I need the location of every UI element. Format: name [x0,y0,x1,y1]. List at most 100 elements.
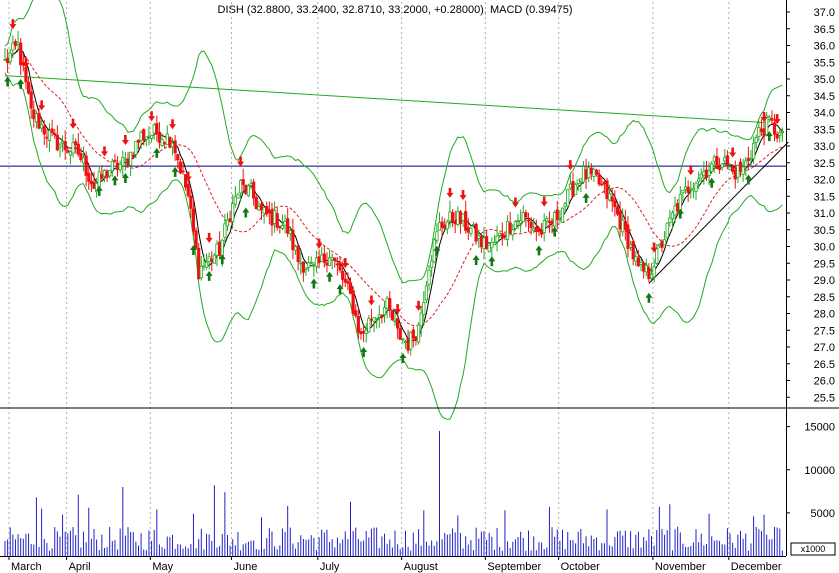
candle-body [519,220,523,224]
candle-body [600,183,604,186]
candle-body [270,209,274,226]
candle-body [710,163,714,172]
candle-body [610,196,614,202]
candle-body [361,331,366,334]
price-tick-label: 34.5 [814,91,835,103]
candle-body [254,197,258,210]
candle-body [642,262,646,272]
price-tick-label: 32.5 [814,158,835,170]
candle-body [487,244,491,253]
candle-body [110,161,114,172]
candle-body [68,151,73,156]
candle-body [521,212,525,223]
candle-body [121,157,125,167]
candle-body [304,267,308,270]
candle-body [34,113,39,123]
candle-body [477,235,481,239]
candle-body [129,151,133,166]
candle-body [744,160,748,167]
candle-body [375,317,379,320]
candle-body [422,302,426,315]
candle-body [212,254,216,264]
price-tick-label: 33.5 [814,124,835,136]
candle-body [440,221,444,228]
candle-body [683,186,688,190]
candle-body [66,150,70,153]
candle-body [369,318,374,321]
candle-body [8,52,12,62]
candle-body [644,264,648,273]
candle-body [309,261,313,264]
month-tick-label: May [152,561,173,573]
price-tick-label: 35.0 [814,74,835,86]
candle-body [566,188,570,207]
month-tick-label: April [69,561,91,573]
candle-body [301,261,305,273]
price-tick-label: 26.5 [814,359,835,371]
candle-body [731,166,735,172]
candle-body [333,257,337,261]
candle-body [500,233,504,238]
candle-body [87,172,91,182]
candle-body [178,161,182,174]
candle-body [29,91,33,109]
candle-body [778,132,782,136]
candle-body [105,170,109,178]
candle-body [398,328,402,340]
candle-body [53,133,57,136]
month-tick-label: November [655,561,706,573]
candle-body [537,228,541,232]
candle-body [424,285,429,301]
candle-body [144,136,148,140]
candle-body [92,181,96,189]
candle-body [346,280,350,284]
candle-body [238,180,243,194]
candle-body [338,262,342,271]
candle-body [576,179,580,184]
candle-body [280,225,285,229]
candle-body [341,270,345,280]
candle-body [697,178,701,182]
candle-body [189,195,193,209]
candle-body [278,226,282,228]
candle-body [32,109,36,120]
month-tick-label: December [731,561,782,573]
candle-body [322,253,326,263]
candle-body [702,171,706,176]
candle-body [699,173,703,179]
candle-body [403,341,408,343]
candle-body [63,141,67,150]
price-tick-label: 31.5 [814,191,835,203]
candle-body [228,218,232,223]
price-tick-label: 29.5 [814,258,835,270]
candle-body [534,226,538,232]
candle-body [670,212,675,219]
candle-body [351,290,355,315]
month-tick-label: July [320,561,340,573]
candle-body [244,184,248,194]
candle-body [751,142,756,160]
candle-body [432,239,436,263]
candle-body [218,241,222,256]
candle-body [291,229,295,251]
candle-body [628,244,633,248]
candle-body [694,182,698,192]
candle-body [411,329,415,339]
candle-body [312,264,316,266]
candle-body [707,170,711,176]
candle-body [55,134,59,151]
candle-body [746,157,750,161]
candle-body [652,266,656,278]
candle-body [265,206,269,215]
candle-body [81,157,86,164]
candle-body [320,254,324,262]
candle-body [233,196,237,205]
price-tick-label: 35.5 [814,57,835,69]
candle-body [649,273,654,279]
candle-body [139,131,143,141]
candle-body [516,219,520,222]
candle-body [343,278,347,283]
candle-body [597,174,601,185]
candle-body [592,168,596,177]
candle-body [97,171,101,187]
